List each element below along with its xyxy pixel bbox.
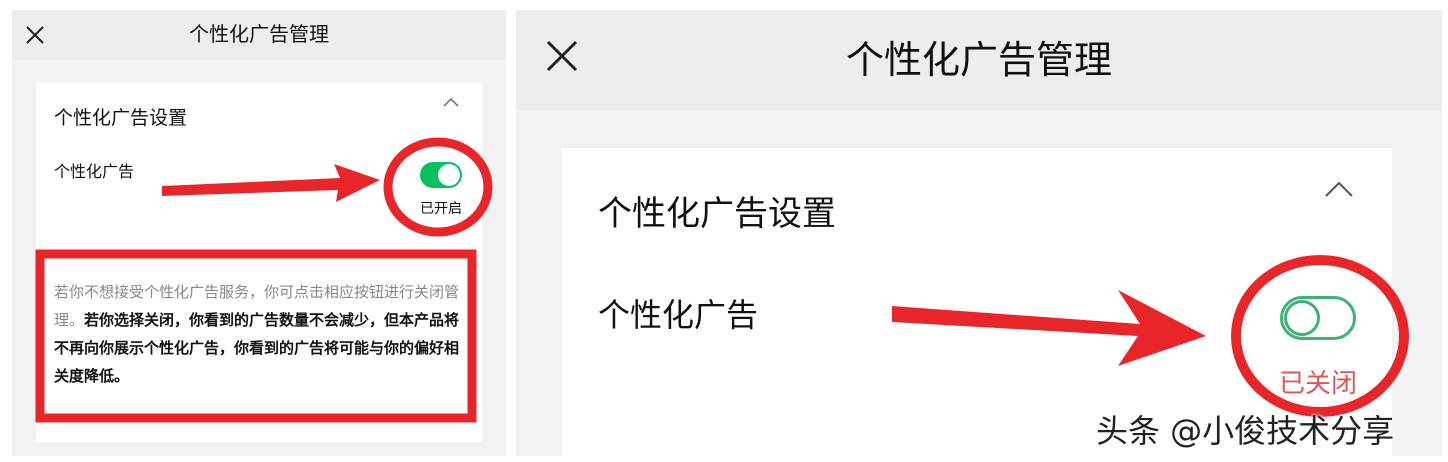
personalized-ads-toggle[interactable]	[1280, 296, 1356, 340]
watermark: 头条 @小俊技术分享	[1096, 412, 1395, 450]
section-title: 个性化广告设置	[598, 194, 836, 234]
section-title: 个性化广告设置	[54, 107, 188, 129]
toggle-status: 已开启	[420, 201, 462, 217]
description-bold: 若你选择关闭，你看到的广告数量不会减少，但本产品将不再向你展示个性化广告，你看到…	[54, 311, 460, 385]
description-text: 若你不想接受个性化广告服务，你可点击相应按钮进行关闭管理。若你选择关闭，你看到的…	[54, 278, 466, 390]
toggle-status: 已关闭	[1278, 369, 1357, 399]
header-bar: 个性化广告管理	[12, 10, 506, 60]
page-title: 个性化广告管理	[189, 22, 329, 46]
toggle-knob	[438, 164, 460, 186]
right-screen: 个性化广告管理 个性化广告设置 个性化广告 已关闭	[516, 10, 1442, 456]
settings-card: 个性化广告设置 个性化广告 已开启 若你不想接受个性化广告服务，你可点击相应按钮…	[36, 82, 482, 442]
header-bar: 个性化广告管理	[516, 10, 1442, 110]
personalized-ads-label: 个性化广告	[54, 162, 135, 181]
toggle-knob	[1284, 300, 1320, 336]
personalized-ads-label: 个性化广告	[598, 296, 759, 334]
personalized-ads-toggle[interactable]	[420, 162, 462, 188]
chevron-up-icon[interactable]	[442, 96, 460, 108]
page-title: 个性化广告管理	[845, 38, 1112, 82]
left-screen: 个性化广告管理 个性化广告设置 个性化广告 已开启 若你不想接受个性化广告服务，…	[12, 10, 506, 456]
chevron-up-icon[interactable]	[1324, 180, 1354, 198]
